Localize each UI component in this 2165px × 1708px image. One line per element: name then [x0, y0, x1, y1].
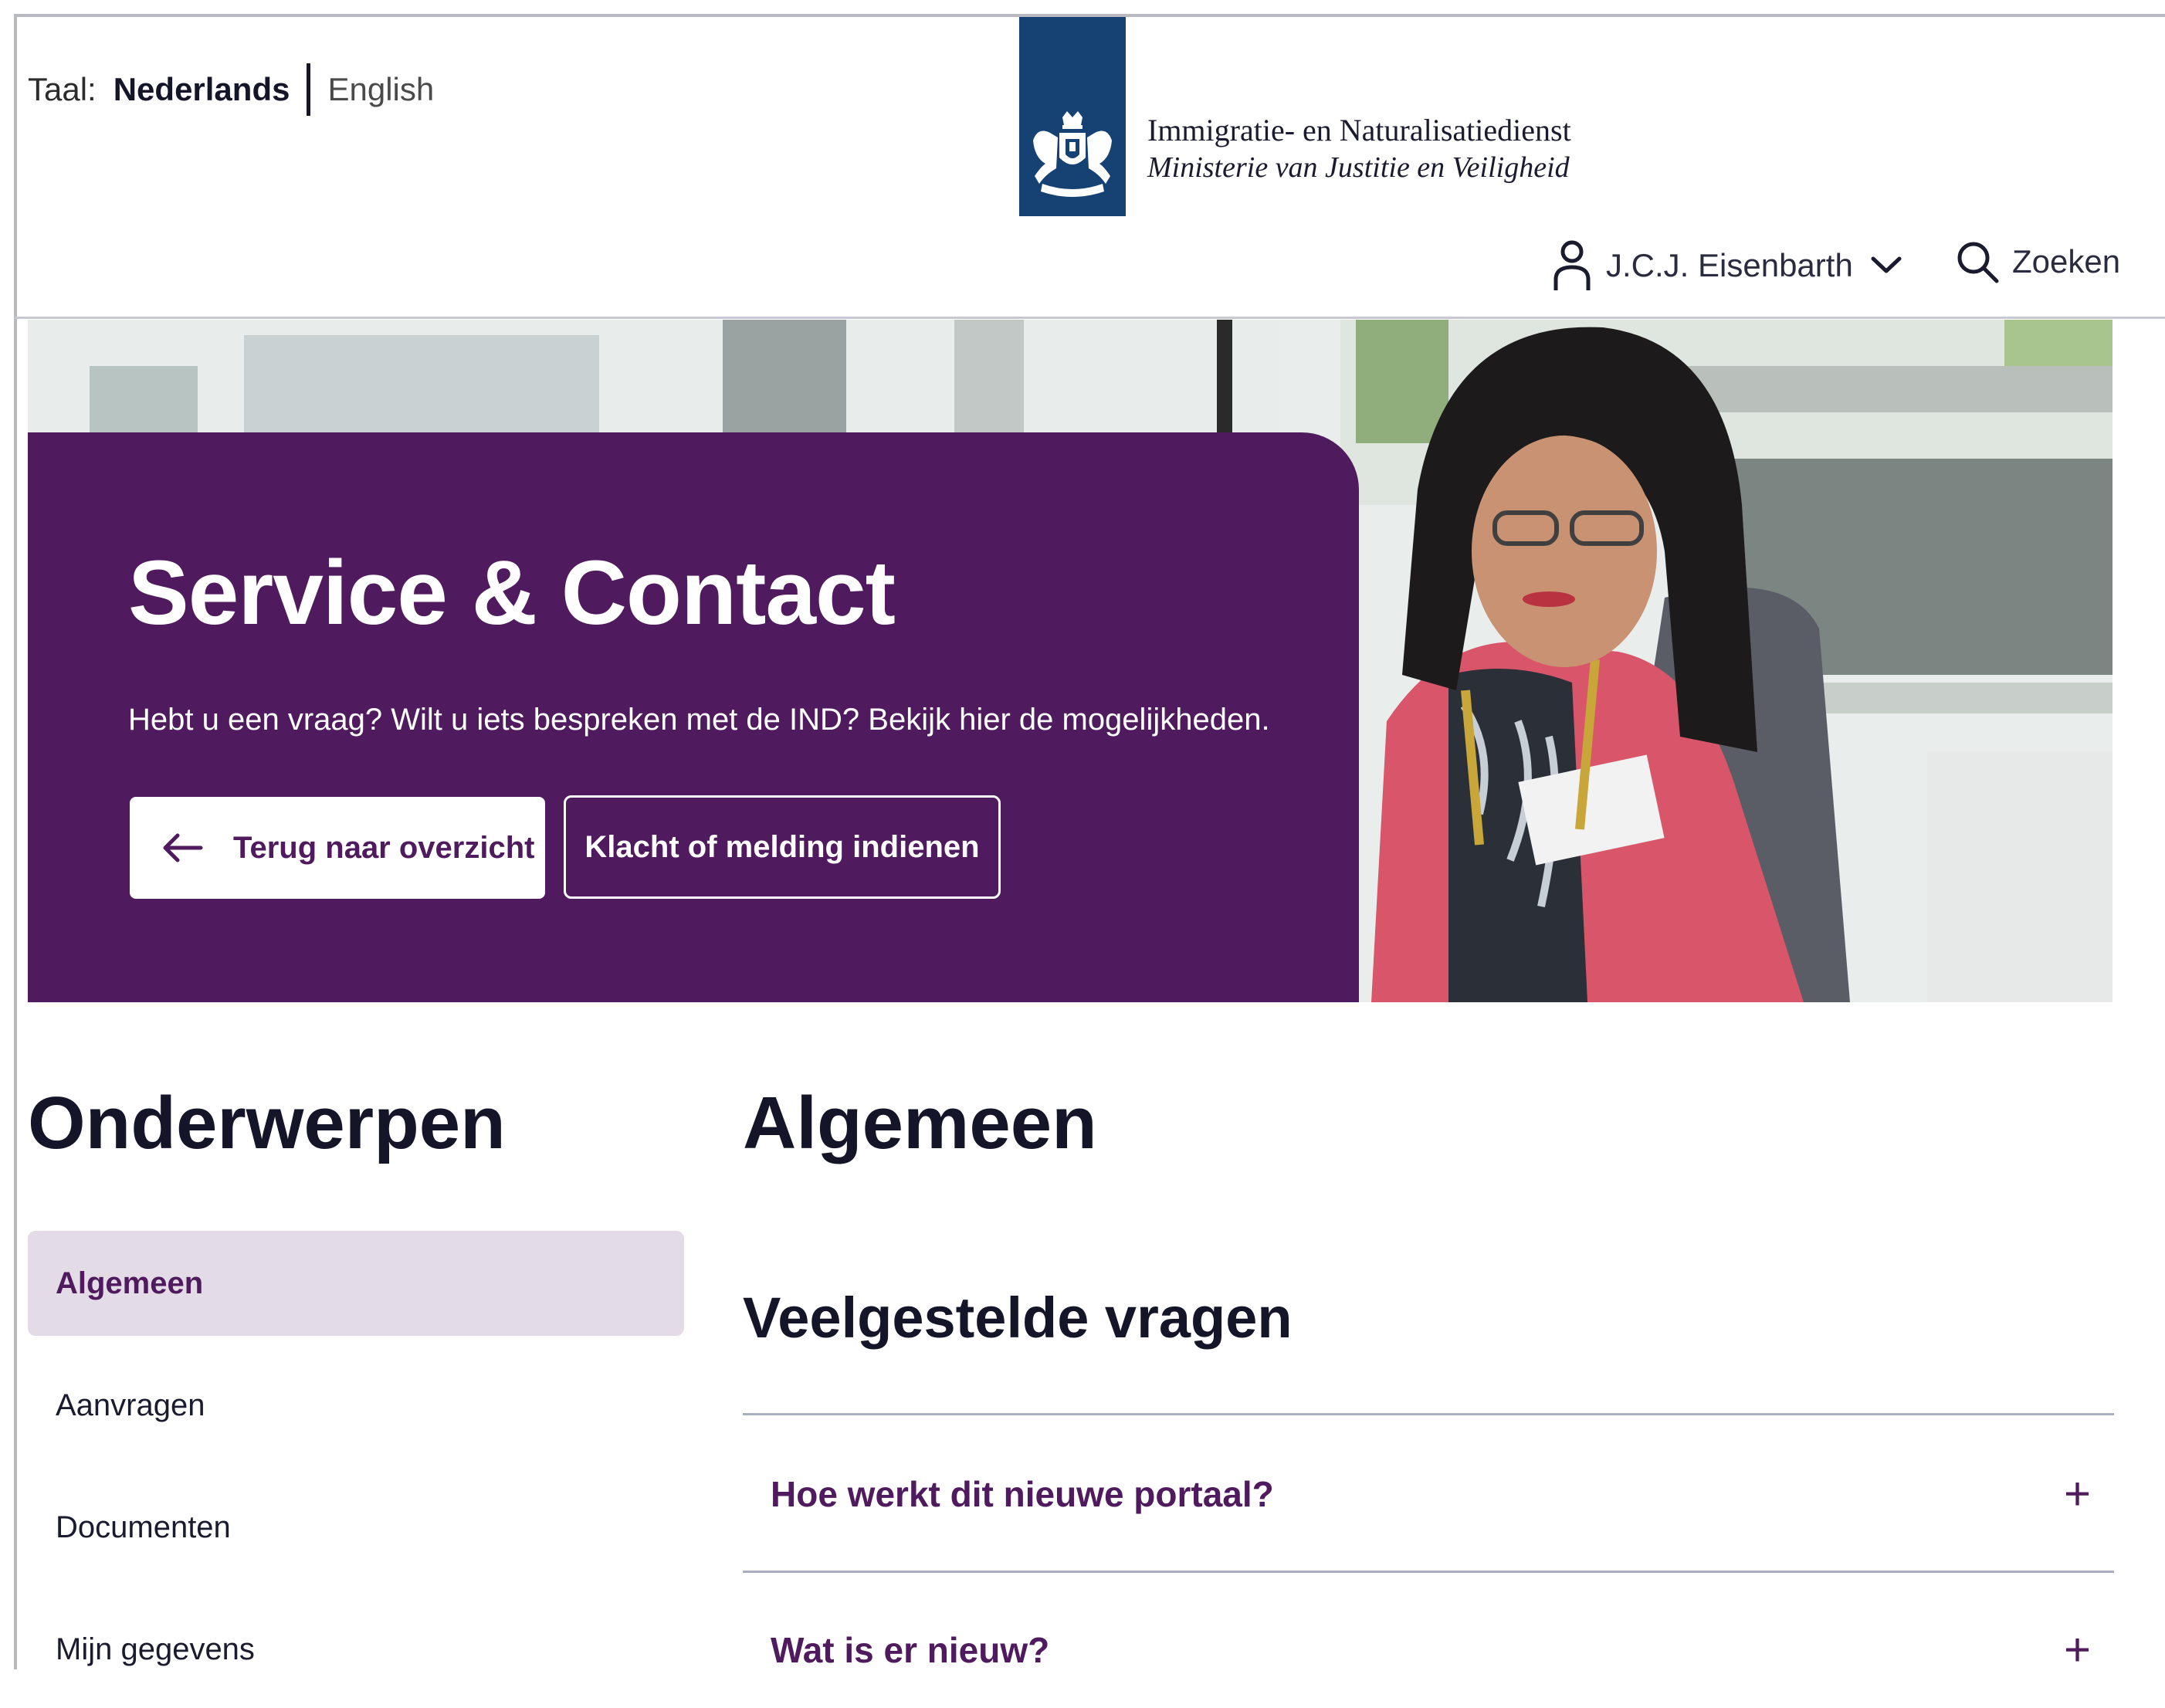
faq-question: Hoe werkt dit nieuwe portaal?	[771, 1474, 1274, 1514]
logo-emblem[interactable]	[1019, 17, 1126, 216]
logo-ministry: Ministerie van Justitie en Veiligheid	[1147, 151, 1570, 184]
sidebar-item-label: Aanvragen	[56, 1388, 205, 1422]
sidebar-item-mijn-gegevens[interactable]: Mijn gegevens	[28, 1597, 684, 1702]
complaint-button[interactable]: Klacht of melding indienen	[564, 795, 1001, 899]
search-label: Zoeken	[2012, 243, 2121, 280]
plus-icon: +	[2063, 1624, 2091, 1676]
language-divider	[307, 63, 311, 116]
faq-divider	[743, 1571, 2114, 1573]
language-switch: Taal: Nederlands English	[28, 63, 434, 116]
header-divider	[14, 317, 2165, 319]
faq-heading: Veelgestelde vragen	[743, 1286, 1293, 1350]
back-to-overview-button[interactable]: Terug naar overzicht	[130, 797, 545, 899]
search-button[interactable]: Zoeken	[1955, 239, 2120, 284]
user-icon	[1553, 240, 1591, 290]
sidebar-item-label: Documenten	[56, 1510, 231, 1544]
sidebar-item-aanvragen[interactable]: Aanvragen	[28, 1353, 684, 1458]
hero-title: Service & Contact	[128, 542, 896, 644]
hero-panel: Service & Contact Hebt u een vraag? Wilt…	[28, 432, 1359, 1002]
complaint-button-label: Klacht of melding indienen	[584, 829, 980, 864]
user-name: J.C.J. Eisenbarth	[1606, 247, 1853, 283]
back-button-label: Terug naar overzicht	[233, 830, 535, 865]
coat-of-arms-icon	[1033, 111, 1112, 197]
faq-item[interactable]: Wat is er nieuw? +	[743, 1592, 2114, 1708]
faq-question: Wat is er nieuw?	[771, 1630, 1050, 1670]
faq-item[interactable]: Hoe werkt dit nieuwe portaal? +	[743, 1436, 2114, 1552]
sidebar-item-label: Mijn gegevens	[56, 1632, 255, 1666]
plus-icon: +	[2063, 1468, 2091, 1520]
faq-divider	[743, 1413, 2114, 1415]
language-nederlands[interactable]: Nederlands	[114, 71, 290, 108]
user-menu[interactable]: J.C.J. Eisenbarth	[1552, 239, 1902, 292]
language-english-link[interactable]: English	[327, 71, 434, 108]
chevron-down-icon	[1871, 256, 1902, 273]
hero-subtitle: Hebt u een vraag? Wilt u iets bespreken …	[128, 703, 1270, 737]
page-title: Algemeen	[743, 1082, 1097, 1164]
sidebar-item-algemeen[interactable]: Algemeen	[28, 1231, 684, 1336]
frame-border-left	[14, 14, 17, 1669]
sidebar-item-label: Algemeen	[56, 1266, 204, 1300]
sidebar-item-documenten[interactable]: Documenten	[28, 1475, 684, 1580]
language-label: Taal:	[28, 71, 97, 107]
search-icon	[1957, 242, 1999, 283]
logo-organisation: Immigratie- en Naturalisatiedienst	[1147, 113, 1571, 147]
logo-text: Immigratie- en Naturalisatiedienst Minis…	[1147, 111, 1571, 185]
sidebar-title: Onderwerpen	[28, 1082, 506, 1164]
arrow-left-icon	[163, 833, 203, 862]
